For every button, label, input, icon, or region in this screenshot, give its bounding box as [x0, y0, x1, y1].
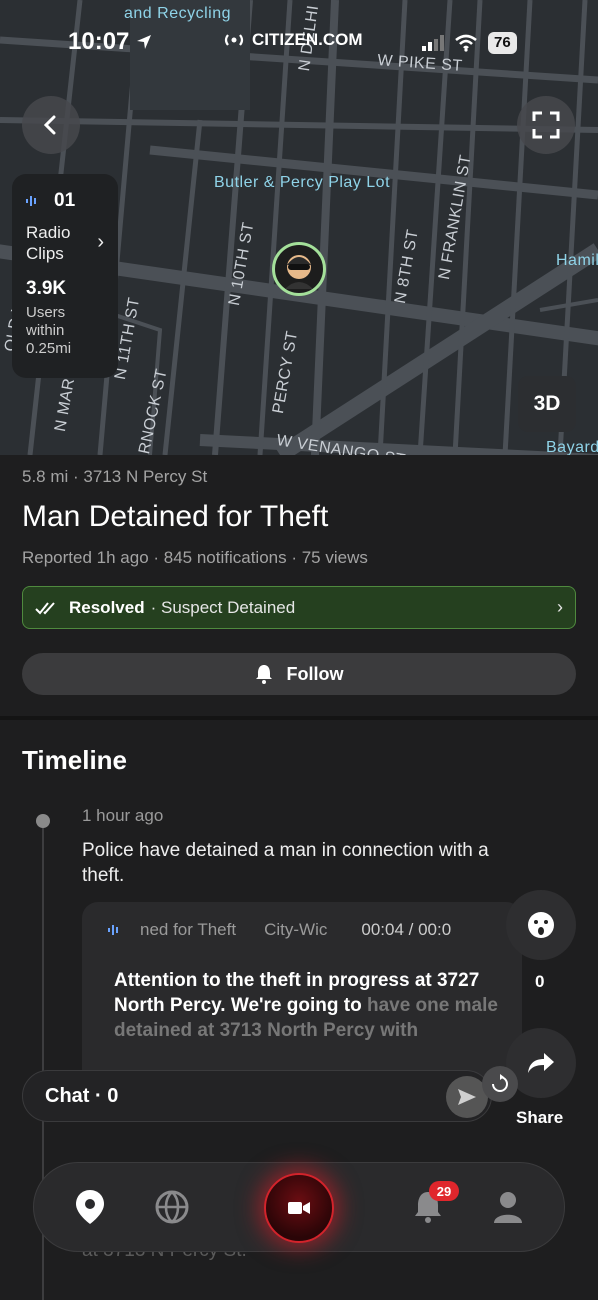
signal-icon — [422, 35, 444, 51]
expand-icon — [532, 111, 560, 139]
wifi-icon — [455, 34, 477, 52]
nav-global[interactable] — [150, 1185, 194, 1229]
chat-input[interactable]: Chat · 0 — [22, 1070, 492, 1122]
clip-transcript: Attention to the theft in progress at 37… — [114, 968, 514, 1043]
battery-level: 76 — [488, 32, 517, 54]
notification-badge: 29 — [429, 1181, 459, 1201]
radio-clips-card[interactable]: 01 Radio Clips › 3.9K Users within 0.25m… — [12, 174, 118, 378]
clip-scope: City-Wic — [264, 920, 328, 939]
broadcast-icon — [224, 34, 244, 46]
incident-pin[interactable] — [272, 242, 326, 296]
incident-stats: Reported 1h ago · 845 notifications · 75… — [22, 548, 368, 567]
system-icons: 76 — [422, 32, 517, 54]
section-divider — [0, 716, 598, 720]
map-label-hamil: Hamil — [556, 252, 598, 269]
share-arrow-icon — [528, 1053, 554, 1073]
incident-meta: 5.8 mi · 3713 N Percy St — [22, 467, 208, 486]
status-resolved: Resolved — [69, 597, 145, 617]
replay-button[interactable] — [482, 1066, 518, 1102]
bottom-nav: 29 — [33, 1162, 565, 1252]
shocked-face-icon — [528, 912, 554, 938]
reaction-count: 0 — [535, 972, 545, 991]
map-label-recycling: and Recycling — [124, 5, 231, 22]
chevron-left-icon — [43, 115, 56, 135]
location-arrow-icon — [137, 35, 152, 49]
radio-clips[interactable]: Radio Clips › — [26, 222, 104, 264]
follow-button[interactable]: Follow — [22, 653, 576, 695]
share-label: Share — [516, 1108, 564, 1127]
profile-icon — [494, 1192, 522, 1223]
timeline-heading: Timeline — [22, 745, 128, 775]
fullscreen-button[interactable] — [517, 96, 575, 154]
map-3d-button[interactable]: 3D — [518, 376, 576, 432]
status-bar: 10:07 CITIZEN.COM 76 — [0, 28, 598, 62]
chevron-right-icon: › — [97, 231, 104, 253]
clip-header: ned for Theft City-Wic 00:04 / 00:0 — [108, 920, 522, 940]
timeline-dot — [36, 814, 50, 828]
replay-icon — [492, 1074, 508, 1092]
incident-map[interactable]: and Recycling W PIKE ST N DELHI Butler &… — [0, 0, 598, 455]
status-time-text: 10:07 — [68, 28, 130, 55]
radio-count: 01 — [54, 190, 76, 211]
map-label-bayard: Bayard — [546, 439, 598, 455]
incident-title: Man Detained for Theft — [22, 500, 329, 533]
go-live-button[interactable] — [264, 1173, 334, 1243]
video-camera-icon — [288, 1202, 310, 1214]
chat-label: Chat · 0 — [45, 1084, 119, 1107]
thief-avatar-icon — [285, 255, 313, 289]
clip-title: ned for Theft — [140, 920, 237, 939]
audio-wave-icon — [26, 196, 36, 206]
double-check-icon — [35, 601, 55, 614]
status-time: 10:07 — [68, 28, 153, 56]
reaction-button[interactable] — [506, 890, 576, 960]
chevron-right-icon: › — [557, 597, 563, 617]
timeline-entry-text: Police have detained a man in connection… — [82, 840, 489, 886]
radio-clips-label: Radio Clips — [26, 223, 71, 263]
carrier: CITIZEN.COM — [222, 30, 363, 50]
map-label-playlot: Butler & Percy Play Lot — [214, 174, 391, 191]
users-count: 3.9K — [26, 278, 67, 299]
carrier-name: CITIZEN.COM — [252, 30, 363, 49]
clip-time: 00:04 / 00:0 — [361, 920, 452, 939]
bell-icon — [255, 665, 272, 684]
timeline-entry-time: 1 hour ago — [82, 806, 164, 825]
audio-wave-icon — [108, 925, 118, 935]
nav-profile[interactable] — [486, 1185, 530, 1229]
status-detail: · Suspect Detained — [150, 597, 296, 617]
map-pin-icon — [76, 1190, 104, 1224]
follow-label: Follow — [286, 663, 344, 684]
users-label: Users within 0.25mi — [26, 304, 72, 357]
radio-clip-card[interactable]: ned for Theft City-Wic 00:04 / 00:0 Atte… — [82, 902, 522, 1092]
send-icon — [458, 1089, 476, 1105]
radio-row: 01 — [26, 190, 104, 212]
globe-icon — [155, 1190, 189, 1224]
nav-map[interactable] — [68, 1185, 112, 1229]
resolved-status-bar[interactable]: Resolved · Suspect Detained › — [22, 586, 576, 629]
back-button[interactable] — [22, 96, 80, 154]
